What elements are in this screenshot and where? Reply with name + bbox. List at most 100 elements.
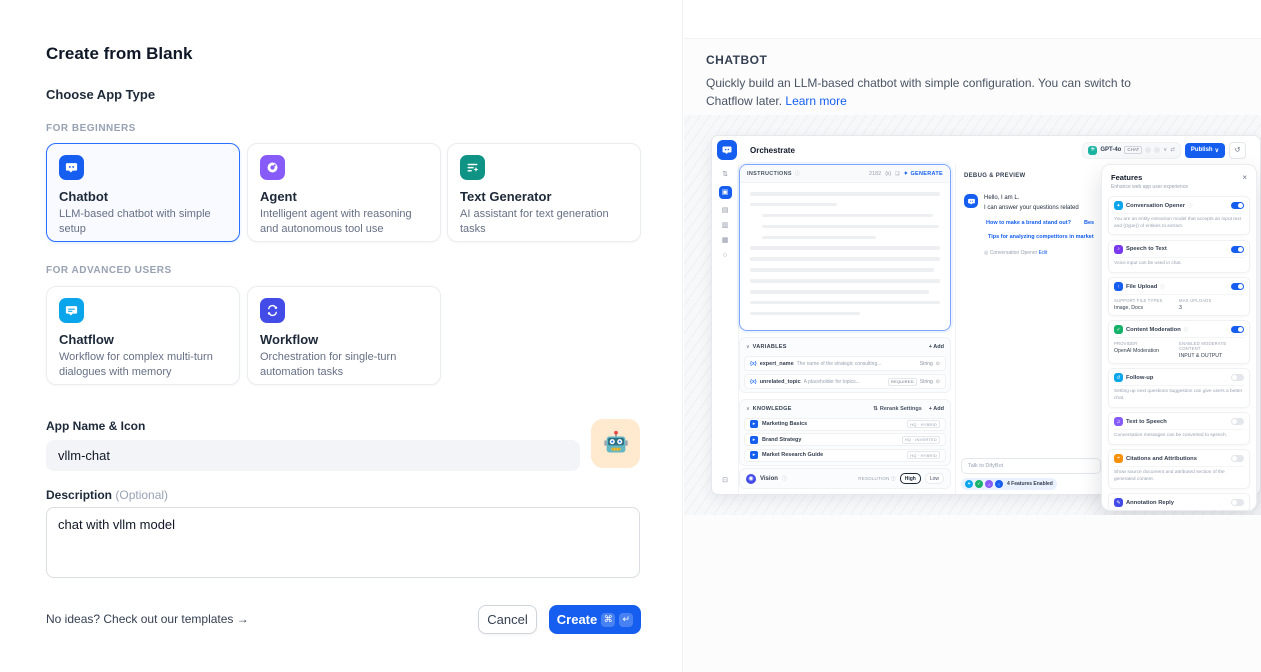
instructions-panel: INSTRUCTIONS ⓘ 2182 {x} ❏ ✦ GENERATE — [739, 164, 951, 331]
close-icon: × — [1242, 174, 1247, 182]
feature-file-upload: ↑ File Upload ⓘ SUPPORT FILE TYPES Image… — [1108, 277, 1250, 316]
preview-app-icon — [717, 140, 737, 160]
chat-mode-badge: CHAT — [1124, 146, 1142, 154]
feature-toggle — [1231, 499, 1244, 506]
rerank-icon: ⇅ — [873, 406, 878, 412]
bot-avatar — [964, 194, 978, 208]
dataset-icon: ▸ — [750, 420, 758, 428]
resolution-label: RESOLUTION ⓘ — [858, 476, 895, 482]
knowledge-section: ∨ KNOWLEDGE ⇅ Rerank Settings + Add ▸ Ma — [739, 399, 951, 466]
model-provider-icon: ✳ — [1088, 146, 1097, 155]
feature-toggle — [1231, 283, 1244, 290]
arrow-right-icon: → — [237, 612, 249, 626]
cancel-button[interactable]: Cancel — [478, 605, 537, 634]
upload-mini-icon: ↑ — [995, 480, 1003, 488]
required-badge: REQUIRED — [888, 378, 917, 386]
orchestrate-nav-icon: ▣ — [719, 186, 732, 199]
index-mode-tag: HQ · HYBRID — [907, 451, 940, 459]
index-mode-tag: HQ · INVERTED — [902, 436, 940, 444]
info-header: CHATBOT Quickly build an LLM-based chatb… — [706, 53, 1176, 110]
feature-speech-to-text: ♪ Speech to Text Voice input can be used… — [1108, 240, 1250, 273]
annotation-icon: ✎ — [1114, 498, 1123, 507]
create-app-modal: Create from Blank Choose App Type FOR BE… — [0, 0, 1261, 672]
app-type-title: Chatbot — [59, 189, 227, 204]
suggested-question: How to make a brand stand out? — [986, 220, 1071, 226]
description-textarea[interactable]: chat with vllm model — [46, 507, 640, 578]
speech-mini-icon: ♪ — [985, 480, 993, 488]
opener-mini-icon: ✦ — [965, 480, 973, 488]
feature-follow-up: ↺ Follow-up Setting up next questions su… — [1108, 368, 1250, 407]
feature-conversation-opener: ✦ Conversation Opener ⓘ You are an entit… — [1108, 196, 1250, 235]
text-to-speech-icon: ♫ — [1114, 417, 1123, 426]
feature-toggle — [1231, 374, 1244, 381]
app-type-desc: Orchestration for single-turn automation… — [260, 350, 428, 379]
globe-nav-icon: ○ — [723, 252, 727, 259]
right-panel-top-strip — [684, 0, 1261, 39]
instructions-skeleton — [740, 183, 950, 331]
workflow-icon — [260, 298, 285, 323]
dataset-icon: ▸ — [750, 451, 758, 459]
vision-row: ◉ Vision ⓘ RESOLUTION ⓘ High Low — [739, 468, 951, 489]
info-icon: ⓘ — [1188, 203, 1193, 209]
feature-annotation-reply: ✎ Annotation Reply — [1108, 493, 1250, 511]
suggested-question: Tips for analyzing competitors in market — [988, 234, 1094, 240]
app-type-card-chatbot[interactable]: Chatbot LLM-based chatbot with simple se… — [46, 143, 240, 242]
app-type-card-text-generator[interactable]: Text Generator AI assistant for text gen… — [447, 143, 641, 242]
chat-input-preview: Talk to DifyBot — [961, 458, 1101, 474]
app-type-desc: AI assistant for text generation tasks — [460, 207, 628, 236]
info-icon: ⓘ — [782, 475, 787, 482]
char-count: 2182 — [869, 171, 881, 177]
variables-section: ∨ VARIABLES + Add {x} expert_name The na… — [739, 337, 951, 393]
page-title: Create from Blank — [46, 44, 192, 64]
knowledge-row: ▸ Market Research Guide HQ · HYBRID — [744, 449, 946, 462]
templates-link[interactable]: No ideas? Check out our templates → — [46, 612, 249, 626]
app-type-info-panel: CHATBOT Quickly build an LLM-based chatb… — [684, 0, 1261, 672]
moderation-mini-icon: ✓ — [975, 480, 983, 488]
dataset-icon: ▸ — [750, 436, 758, 444]
app-icon-picker[interactable] — [591, 419, 640, 468]
for-advanced-users-label: FOR ADVANCED USERS — [46, 265, 172, 276]
optional-hint: (Optional) — [115, 488, 168, 502]
history-icon: ↺ — [1229, 142, 1246, 159]
preview-header: Orchestrate ✳ GPT-4o CHAT ∨ ⇄ Publish ∨ — [712, 136, 1260, 164]
conversation-opener-note: ◎ Conversation Opener Edit — [984, 250, 1047, 256]
robot-emoji-icon — [601, 429, 631, 459]
bot-greeting: Hello, I am L. I can answer your questio… — [984, 194, 1109, 213]
feature-toggle — [1231, 418, 1244, 425]
app-type-desc: LLM-based chatbot with simple setup — [59, 207, 227, 236]
copy-icon: ❏ — [895, 171, 899, 177]
resolution-low-chip: Low — [925, 473, 944, 484]
chevron-down-icon: ∨ — [746, 406, 750, 412]
chevron-down-icon: ∨ — [1163, 147, 1167, 153]
generate-button: ✦ GENERATE — [904, 171, 943, 177]
app-type-title: Workflow — [260, 332, 428, 347]
create-button[interactable]: Create ⌘ ↵ — [549, 605, 641, 634]
app-type-card-chatflow[interactable]: Chatflow Workflow for complex multi-turn… — [46, 286, 240, 385]
feature-text-to-speech: ♫ Text to Speech Conversation messages c… — [1108, 412, 1250, 445]
preview-sidebar: ⇅ ▣ ▤ ▥ ▦ ○ ⊡ — [712, 164, 739, 494]
microphone-icon: ♪ — [1114, 245, 1123, 254]
publish-button: Publish ∨ — [1185, 143, 1225, 158]
features-panel: Features × Enhance web app user experien… — [1101, 164, 1257, 511]
chevron-down-icon: ∨ — [1215, 147, 1219, 154]
chatbot-preview-image: Orchestrate ✳ GPT-4o CHAT ∨ ⇄ Publish ∨ — [684, 115, 1261, 515]
edit-link: Edit — [1039, 250, 1048, 256]
add-variable-button: + Add — [929, 344, 944, 350]
app-type-desc: Workflow for complex multi-turn dialogue… — [59, 350, 227, 379]
moderation-icon: ✓ — [1114, 325, 1123, 334]
app-type-card-workflow[interactable]: Workflow Orchestration for single-turn a… — [247, 286, 441, 385]
app-name-input[interactable] — [46, 440, 580, 471]
text-generator-icon — [460, 155, 485, 180]
chatbot-icon — [59, 155, 84, 180]
feature-citations: ❝ Citations and Attributions Show source… — [1108, 449, 1250, 488]
field-settings-icon: ⊙ — [936, 361, 940, 367]
app-type-title: Text Generator — [460, 189, 628, 204]
follow-up-icon: ↺ — [1114, 373, 1123, 382]
panel-toggle-icon: ⊡ — [722, 477, 728, 484]
model-selector: ✳ GPT-4o CHAT ∨ ⇄ — [1082, 142, 1181, 159]
app-type-card-agent[interactable]: Agent Intelligent agent with reasoning a… — [247, 143, 441, 242]
suggested-question-truncated: Bes — [1084, 220, 1094, 226]
create-from-blank-panel: Create from Blank Choose App Type FOR BE… — [0, 0, 683, 672]
debug-preview-header: DEBUG & PREVIEW — [964, 173, 1026, 179]
learn-more-link[interactable]: Learn more — [785, 94, 846, 108]
